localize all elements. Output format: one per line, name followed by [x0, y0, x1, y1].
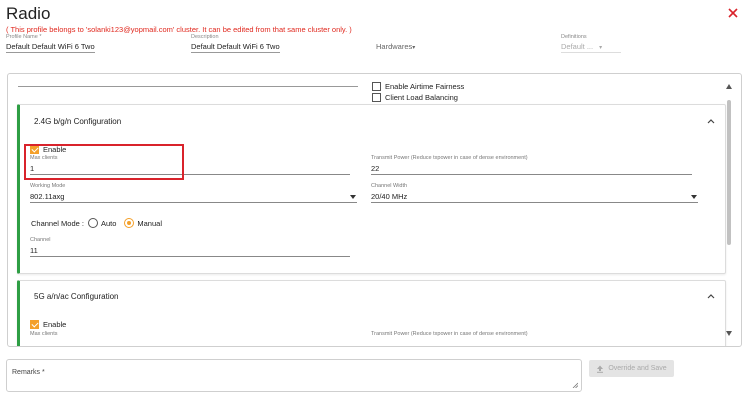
client-load-balancing-label: Client Load Balancing: [385, 93, 458, 102]
radio-manual-label[interactable]: Manual: [137, 219, 162, 228]
channel-label: Channel: [30, 237, 51, 243]
dropdown-caret-icon: ▾: [599, 45, 603, 51]
scroll-up-icon[interactable]: [726, 84, 732, 89]
working-mode-label: Working Mode: [30, 183, 66, 189]
resize-grip-icon[interactable]: [572, 382, 578, 388]
channel-input[interactable]: 11: [30, 244, 350, 257]
checkbox-box[interactable]: [30, 320, 39, 329]
max-clients-5g-label: Max clients: [30, 331, 58, 337]
channel-field[interactable]: Channel 11: [30, 236, 350, 257]
enable-5g-label: Enable: [43, 320, 67, 329]
description-field[interactable]: Description Default Default WiFi 6 Two R…: [191, 34, 280, 53]
channel-width-value[interactable]: 20/40 MHz: [371, 190, 698, 203]
remarks-label: Remarks *: [12, 369, 45, 376]
channel-mode-label: Channel Mode :: [31, 218, 84, 228]
radio-auto[interactable]: [87, 218, 98, 228]
transmit-power-5g-field[interactable]: Transmit Power (Reduce txpower in case o…: [371, 330, 692, 338]
config-24g-title[interactable]: 2.4G b/g/n Configuration: [34, 117, 121, 126]
channel-width-label: Channel Width: [371, 183, 408, 189]
transmit-power-24g-field[interactable]: Transmit Power (Reduce txpower in case o…: [371, 154, 692, 175]
working-mode-text: 802.11axg: [30, 192, 65, 201]
config-5g-title[interactable]: 5G a/n/ac Configuration: [34, 292, 119, 301]
scroll-down-icon[interactable]: [726, 331, 732, 336]
checkbox-box[interactable]: [372, 93, 381, 102]
hardwares-select[interactable]: Hardwares▾: [376, 42, 415, 51]
airtime-fairness-label: Enable Airtime Fairness: [385, 82, 465, 91]
hardwares-label: Hardwares: [376, 42, 413, 51]
client-load-balancing-checkbox[interactable]: Client Load Balancing: [372, 93, 458, 102]
working-mode-value[interactable]: 802.11axg: [30, 190, 357, 203]
enable-5g-checkbox[interactable]: Enable: [30, 320, 66, 329]
highlight-box: [24, 144, 184, 180]
definitions-label: Definitions: [561, 34, 587, 40]
divider: [18, 86, 358, 87]
description-label: Description: [191, 34, 219, 40]
transmit-power-label: Transmit Power (Reduce txpower in case o…: [371, 155, 528, 161]
channel-mode-group: Channel Mode : Auto Manual: [31, 218, 162, 228]
chevron-up-icon[interactable]: [707, 292, 715, 300]
dropdown-caret-icon: ▾: [412, 45, 416, 51]
radio-manual[interactable]: [124, 218, 135, 228]
channel-width-select[interactable]: Channel Width 20/40 MHz: [371, 182, 698, 203]
transmit-power-input[interactable]: 22: [371, 162, 692, 175]
checkbox-box[interactable]: [372, 82, 381, 91]
radio-config-panel[interactable]: Enable Airtime Fairness Client Load Bala…: [7, 73, 742, 347]
dropdown-caret-icon: [350, 195, 356, 199]
profile-name-input[interactable]: Default Default WiFi 6 Two Ra: [6, 41, 95, 53]
max-clients-5g-field[interactable]: Max clients: [30, 330, 350, 338]
dropdown-caret-icon: [691, 195, 697, 199]
definitions-value: Default ...: [561, 42, 594, 51]
profile-name-field[interactable]: Profile Name * Default Default WiFi 6 Tw…: [6, 34, 95, 53]
page-title: Radio: [6, 4, 51, 23]
chevron-up-icon[interactable]: [707, 117, 715, 125]
working-mode-select[interactable]: Working Mode 802.11axg: [30, 182, 357, 203]
transmit-power-5g-label: Transmit Power (Reduce txpower in case o…: [371, 331, 528, 337]
channel-width-text: 20/40 MHz: [371, 192, 408, 201]
radio-auto-label[interactable]: Auto: [101, 219, 116, 228]
definitions-select[interactable]: Default ... ▾: [561, 41, 621, 53]
cluster-warning: ( This profile belongs to 'solanki123@yo…: [6, 25, 352, 34]
override-and-save-label: Override and Save: [608, 365, 667, 372]
upload-icon: [597, 365, 604, 373]
airtime-fairness-checkbox[interactable]: Enable Airtime Fairness: [372, 82, 464, 91]
remarks-textarea[interactable]: Remarks *: [6, 359, 582, 392]
description-input[interactable]: Default Default WiFi 6 Two Ra: [191, 41, 280, 53]
override-and-save-button[interactable]: Override and Save: [589, 360, 674, 377]
close-icon[interactable]: [726, 6, 740, 20]
definitions-field[interactable]: Definitions Default ... ▾: [561, 34, 621, 53]
profile-name-label: Profile Name *: [6, 34, 42, 40]
scrollbar-thumb[interactable]: [727, 100, 731, 245]
